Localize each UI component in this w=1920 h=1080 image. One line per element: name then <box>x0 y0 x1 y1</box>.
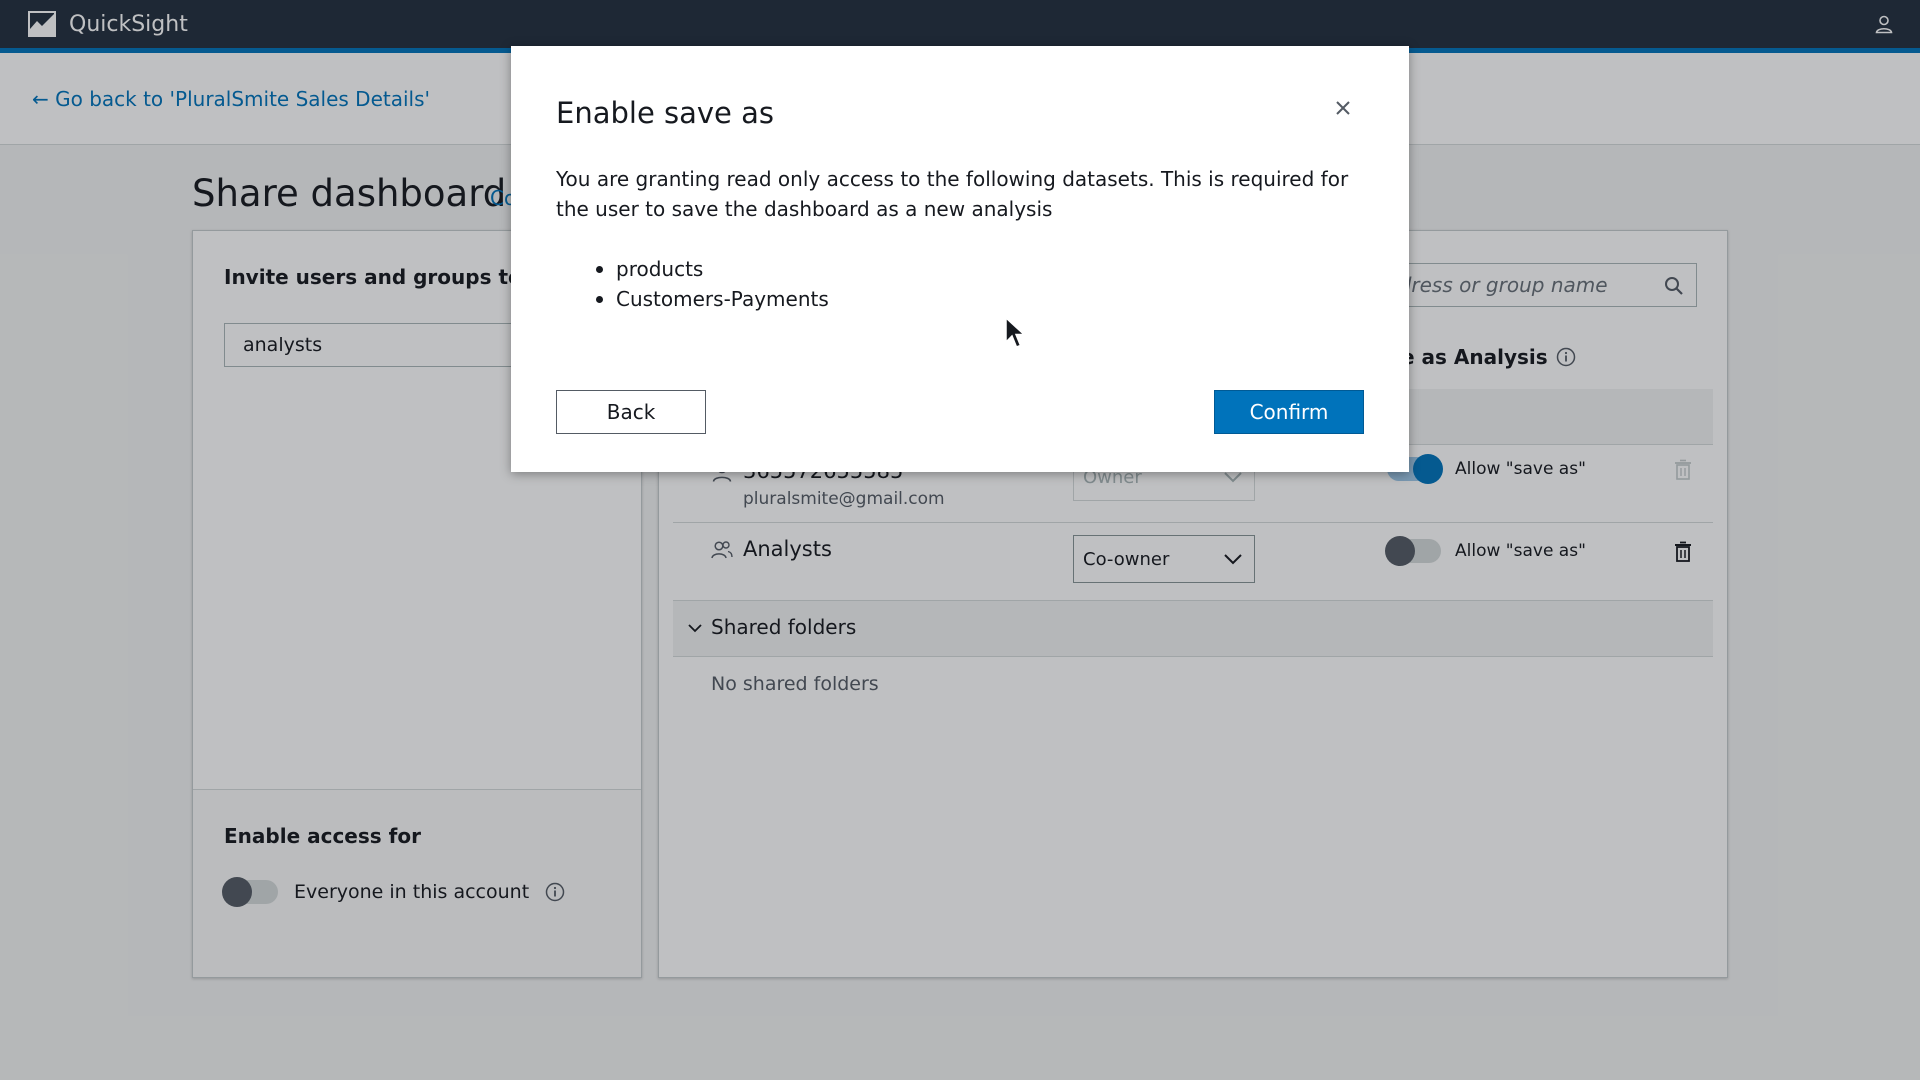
dialog-title: Enable save as <box>556 96 774 130</box>
dialog-message: You are granting read only access to the… <box>556 167 1349 221</box>
back-button[interactable]: Back <box>556 390 706 434</box>
list-item: Customers-Payments <box>556 284 829 314</box>
enable-save-as-dialog: Enable save as You are granting read onl… <box>511 46 1409 472</box>
list-item: products <box>556 254 829 284</box>
mouse-cursor-icon <box>1005 316 1026 348</box>
confirm-button[interactable]: Confirm <box>1214 390 1364 434</box>
close-icon[interactable] <box>1333 98 1353 118</box>
dataset-list: products Customers-Payments <box>556 254 829 314</box>
